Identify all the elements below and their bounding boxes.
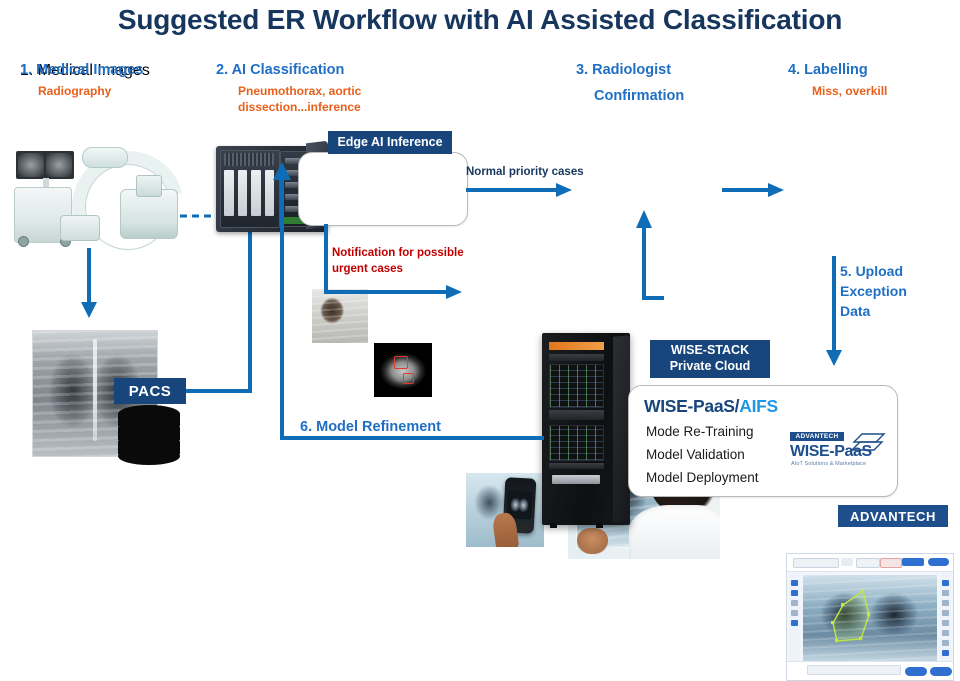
step-2-subtitle-line1: Pneumothorax, aortic <box>238 84 362 98</box>
wise-paas-advantech-wordmark: ADVANTECH <box>790 432 844 441</box>
aifs-item-2: Model Deployment <box>646 470 759 485</box>
step-3-subtitle: Confirmation <box>594 88 685 104</box>
xray-emitter <box>82 147 128 168</box>
c-arm-xray-machine-image <box>8 130 205 284</box>
wise-stack-line2: Private Cloud <box>669 359 751 373</box>
page-title: Suggested ER Workflow with AI Assisted C… <box>117 4 843 35</box>
step-4-subtitle: Miss, overkill <box>812 84 888 98</box>
step-2-heading: 2. AI Classification <box>216 62 345 78</box>
step-1-heading-text: 1. Medical Images <box>20 62 144 78</box>
wise-paas-aifs-title: WISE-PaaS/AIFS <box>644 396 778 417</box>
xray-control-panel <box>136 175 162 197</box>
rack-foot <box>596 523 603 528</box>
upload-label-line3: Data <box>840 303 871 319</box>
skip-button[interactable] <box>905 667 927 676</box>
labelling-tool-screenshot[interactable] <box>786 553 954 681</box>
monitor-pair-icon <box>16 151 74 179</box>
lab-coat <box>628 504 720 559</box>
cart-wheel <box>18 236 29 247</box>
wise-stack-private-cloud-badge: WISE-STACK Private Cloud <box>650 340 770 378</box>
aifs-item-0: Mode Re-Training <box>646 424 754 439</box>
model-refinement-label: 6. Model Refinement <box>300 419 441 435</box>
step-2-subtitle-line2: dissection...inference <box>238 100 361 114</box>
rack-unit-bar <box>549 463 604 469</box>
advantech-logo: ADVANTECH <box>838 505 948 527</box>
left-hand <box>577 528 608 555</box>
edge-ai-inference-badge: Edge AI Inference <box>328 131 452 154</box>
aifs-item-1: Model Validation <box>646 447 745 462</box>
upload-label-line1: 5. Upload <box>840 263 904 279</box>
step-1-subtitle: Radiography <box>38 84 112 98</box>
database-storage-icon <box>118 405 180 467</box>
rack-foot <box>550 523 557 528</box>
labelling-canvas[interactable] <box>803 575 937 661</box>
rack-unit-bar <box>549 354 604 361</box>
spine-detail <box>93 338 97 441</box>
next-button[interactable] <box>930 667 952 676</box>
preview-button[interactable] <box>856 558 880 568</box>
wise-paas-tagline: AIoT Solutions & Marketplace <box>791 461 867 467</box>
zoom-value-field[interactable] <box>902 558 924 566</box>
wise-paas-logo: ADVANTECH WISE-PaaS AIoT Solutions & Mar… <box>790 432 886 472</box>
arrow-radiologist-to-labelling <box>722 183 784 197</box>
rack-brand-strip <box>549 342 604 350</box>
wise-stack-line1: WISE-STACK <box>670 343 750 358</box>
wise-paas-wordmark: WISE-PaaS <box>790 443 872 460</box>
rack-server-grid <box>549 364 604 408</box>
upload-label-line2: Exception <box>840 283 907 299</box>
arrow-machine-to-pacs <box>81 248 97 318</box>
xray-detector <box>60 215 100 241</box>
aifs-title-accent: AIFS <box>739 396 778 416</box>
label-class-select[interactable] <box>793 558 839 568</box>
arrow-urgent-to-radiologist <box>636 210 664 300</box>
rack-drive-bay <box>552 475 600 484</box>
lung-infection-polygon-annotation[interactable] <box>803 575 937 661</box>
aifs-title-main: WISE-PaaS/ <box>644 396 740 416</box>
upload-next-button[interactable] <box>928 558 949 566</box>
arrow-model-refinement <box>273 162 544 440</box>
left-tool-rail[interactable] <box>789 574 800 662</box>
mobile-xray-notification-image <box>466 473 544 547</box>
step-3-heading: 3. Radiologist <box>576 62 672 78</box>
right-tool-rail[interactable] <box>940 574 951 662</box>
image-label-name-field[interactable] <box>807 665 901 675</box>
clear-all-button[interactable] <box>880 558 902 568</box>
pacs-badge: PACS <box>114 378 186 404</box>
step-4-heading: 4. Labelling <box>788 62 868 78</box>
toolbar-stepper[interactable] <box>841 558 853 566</box>
